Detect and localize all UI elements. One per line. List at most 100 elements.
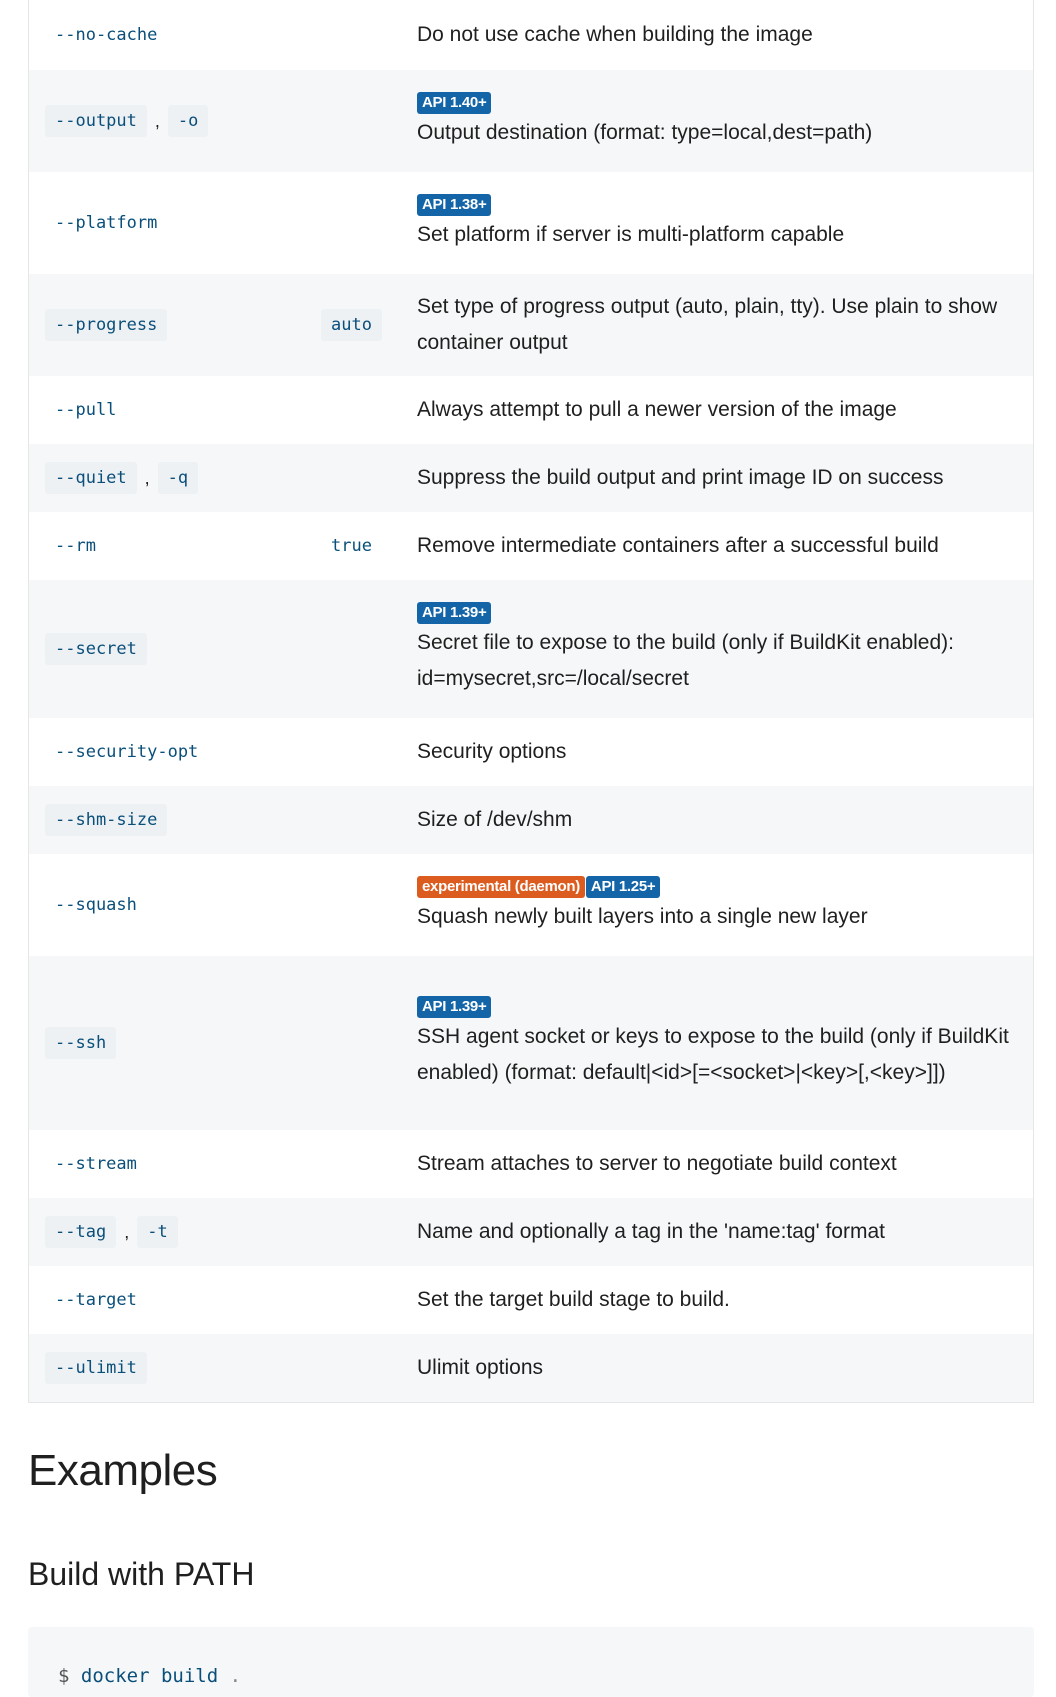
- option-flag: --ulimit: [45, 1352, 147, 1384]
- option-description-cell: Set type of progress output (auto, plain…: [408, 289, 1033, 361]
- flag-separator: ,: [144, 467, 150, 488]
- option-flags-cell: --output, -o: [29, 105, 321, 137]
- option-row: --shm-size Size of /dev/shm: [29, 786, 1033, 854]
- option-flag: -q: [157, 462, 199, 494]
- section-heading-examples: Examples: [28, 1446, 218, 1495]
- option-flag: --squash: [55, 895, 137, 915]
- option-flag: --progress: [45, 309, 168, 341]
- option-row: --stream Stream attaches to server to neg…: [29, 1130, 1033, 1198]
- code-command: docker build: [80, 1665, 219, 1687]
- option-description: Name and optionally a tag in the 'name:t…: [417, 1220, 885, 1243]
- option-description-cell: API 1.38+ Set platform if server is multi…: [408, 193, 1033, 253]
- option-flag: --stream: [55, 1154, 137, 1174]
- option-flag: --platform: [55, 213, 158, 233]
- option-flag: --quiet: [45, 462, 137, 494]
- option-description: Size of /dev/shm: [417, 808, 573, 831]
- option-row: --secret API 1.39+ Secret file to expose t…: [29, 580, 1033, 718]
- option-description: Always attempt to pull a newer version o…: [417, 398, 897, 421]
- option-flag: --shm-size: [45, 804, 168, 836]
- option-flags-cell: --tag, -t: [29, 1216, 321, 1248]
- option-default-value: auto: [321, 309, 382, 341]
- option-row: --rm true Remove intermediate containers a…: [29, 512, 1033, 580]
- option-description: Squash newly built layers into a single …: [417, 905, 868, 928]
- option-row: --tag, -t Name and optionally a tag in the…: [29, 1198, 1033, 1266]
- option-description: Output destination (format: type=local,d…: [417, 121, 873, 144]
- option-default-cell: true: [321, 530, 408, 562]
- option-description: Remove intermediate containers after a s…: [417, 534, 939, 557]
- option-description-cell: Size of /dev/shm: [408, 802, 1033, 838]
- api-version-badge: API 1.40+: [417, 92, 492, 114]
- option-flag: --no-cache: [55, 25, 158, 45]
- option-description-cell: Always attempt to pull a newer version o…: [408, 392, 1033, 428]
- code-block[interactable]: $ docker build .: [28, 1627, 1034, 1697]
- option-description: Ulimit options: [417, 1356, 544, 1379]
- api-version-badge: API 1.39+: [417, 996, 492, 1018]
- option-flags-cell: --shm-size: [29, 804, 321, 836]
- option-description-cell: Ulimit options: [408, 1350, 1033, 1386]
- option-description: Do not use cache when building the image: [417, 23, 813, 46]
- option-row: --squash experimental (daemon) API 1.25+ Sq…: [29, 854, 1033, 956]
- flag-separator: ,: [124, 1221, 130, 1242]
- option-row: --security-opt Security options: [29, 718, 1033, 786]
- option-default-cell: auto: [321, 309, 408, 341]
- options-table: --no-cache Do not use cache when building…: [28, 0, 1034, 1403]
- option-row: --ssh API 1.39+ SSH agent socket or keys t…: [29, 956, 1033, 1130]
- option-flag: --ssh: [45, 1027, 117, 1059]
- option-flags-cell: --rm: [29, 530, 321, 562]
- experimental-badge: experimental (daemon): [417, 876, 585, 898]
- option-flag: --security-opt: [55, 742, 199, 762]
- option-row: --platform API 1.38+ Set platform if serve…: [29, 172, 1033, 274]
- option-description-cell: API 1.39+ SSH agent socket or keys to exp…: [408, 995, 1033, 1091]
- api-version-badge: API 1.38+: [417, 194, 492, 216]
- option-flags-cell: --ulimit: [29, 1352, 321, 1384]
- badge-group: API 1.39+: [417, 601, 1009, 625]
- option-flag: --target: [55, 1290, 137, 1310]
- option-description-cell: Name and optionally a tag in the 'name:t…: [408, 1214, 1033, 1250]
- option-row: --quiet, -q Suppress the build output and …: [29, 444, 1033, 512]
- option-flags-cell: --platform: [29, 207, 321, 239]
- option-row: --no-cache Do not use cache when building…: [29, 0, 1033, 70]
- option-row: --pull Always attempt to pull a newer ver…: [29, 376, 1033, 444]
- option-description-cell: Remove intermediate containers after a s…: [408, 528, 1033, 564]
- option-flags-cell: --security-opt: [29, 736, 321, 768]
- option-flags-cell: --ssh: [29, 1027, 321, 1059]
- option-flags-cell: --quiet, -q: [29, 462, 321, 494]
- option-description: Secret file to expose to the build (only…: [417, 631, 954, 690]
- option-row: --output, -o API 1.40+ Output destination (…: [29, 70, 1033, 172]
- option-flags-cell: --secret: [29, 633, 321, 665]
- option-flag: -o: [167, 105, 209, 137]
- option-description: Set platform if server is multi-platform…: [417, 223, 845, 246]
- api-version-badge: API 1.25+: [585, 876, 661, 898]
- option-description: Suppress the build output and print imag…: [417, 466, 944, 489]
- api-version-badge: API 1.39+: [417, 602, 492, 624]
- option-description-cell: Set the target build stage to build.: [408, 1282, 1033, 1318]
- option-description-cell: Suppress the build output and print imag…: [408, 460, 1033, 496]
- option-description-cell: API 1.40+ Output destination (format: typ…: [408, 91, 1033, 151]
- option-row: --progress auto Set type of progress outpu…: [29, 274, 1033, 376]
- option-flags-cell: --target: [29, 1284, 321, 1316]
- option-flag: --tag: [45, 1216, 117, 1248]
- option-description-cell: experimental (daemon) API 1.25+ Squash new…: [408, 875, 1033, 935]
- option-description: SSH agent socket or keys to expose to th…: [417, 1025, 1009, 1084]
- badge-group: API 1.39+: [417, 995, 1009, 1019]
- flag-separator: ,: [154, 110, 160, 131]
- option-flags-cell: --progress: [29, 309, 321, 341]
- code-argument: .: [229, 1665, 242, 1687]
- option-default-value: true: [331, 536, 372, 556]
- option-flag: --secret: [45, 633, 147, 665]
- option-flags-cell: --no-cache: [29, 19, 321, 51]
- option-description: Security options: [417, 740, 567, 763]
- option-description-cell: Do not use cache when building the image: [408, 17, 1033, 53]
- option-flag: -t: [137, 1216, 178, 1248]
- option-row: --target Set the target build stage to bu…: [29, 1266, 1033, 1334]
- badge-group: API 1.40+: [417, 91, 1009, 115]
- option-flag: --pull: [55, 400, 117, 420]
- option-description-cell: API 1.39+ Secret file to expose to the bu…: [408, 601, 1033, 697]
- option-flag: --rm: [55, 536, 96, 556]
- option-row: --ulimit Ulimit options: [29, 1334, 1033, 1402]
- option-description: Stream attaches to server to negotiate b…: [417, 1152, 897, 1175]
- badge-group: API 1.38+: [417, 193, 1009, 217]
- badge-group: experimental (daemon) API 1.25+: [417, 875, 1009, 899]
- option-flags-cell: --pull: [29, 394, 321, 426]
- option-description: Set type of progress output (auto, plain…: [417, 295, 998, 354]
